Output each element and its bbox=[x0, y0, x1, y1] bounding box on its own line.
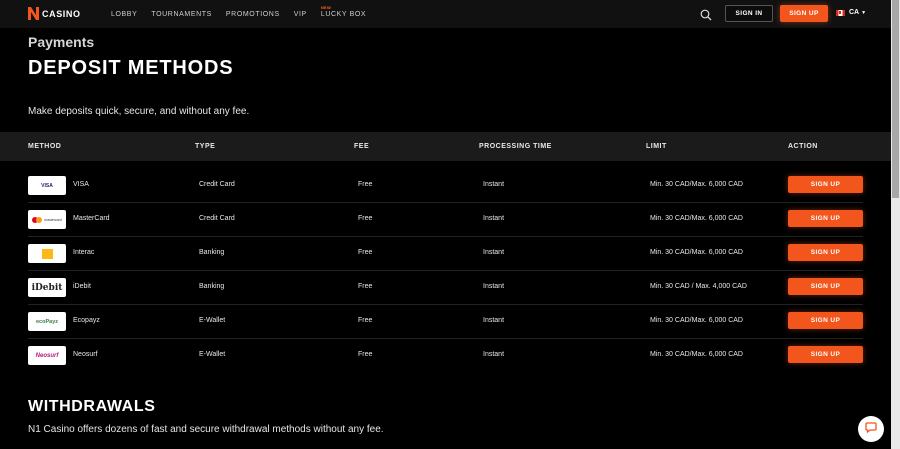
method-type: Credit Card bbox=[199, 181, 235, 188]
main-nav: LOBBY TOURNAMENTS PROMOTIONS VIP NEW LUC… bbox=[111, 0, 380, 28]
column-method: METHOD bbox=[28, 143, 62, 150]
site-logo[interactable]: CASINO bbox=[28, 7, 81, 20]
row-sign-up-button[interactable]: SIGN UP bbox=[788, 244, 863, 261]
language-label: CA bbox=[849, 9, 860, 16]
method-time: Instant bbox=[483, 215, 505, 222]
table-row: iDebit iDebit Banking Free Instant Min. … bbox=[28, 271, 863, 305]
method-time: Instant bbox=[483, 317, 505, 324]
row-sign-up-button[interactable]: SIGN UP bbox=[788, 312, 863, 329]
visa-logo-text: VISA bbox=[41, 182, 53, 189]
neosurf-logo: Neosurf bbox=[28, 346, 66, 365]
method-fee: Free bbox=[358, 181, 373, 188]
table-row: ecoPayz Ecopayz E-Wallet Free Instant Mi… bbox=[28, 305, 863, 339]
ecopayz-logo-text: ecoPayz bbox=[35, 318, 58, 325]
method-fee: Free bbox=[358, 317, 373, 324]
method-time: Instant bbox=[483, 283, 505, 290]
scrollbar[interactable] bbox=[891, 0, 900, 449]
mastercard-circles-icon bbox=[32, 216, 43, 223]
method-time: Instant bbox=[483, 181, 505, 188]
sign-in-button[interactable]: SIGN IN bbox=[725, 5, 773, 22]
visa-logo: VISA bbox=[28, 176, 66, 195]
method-type: Credit Card bbox=[199, 215, 235, 222]
method-type: Banking bbox=[199, 249, 225, 256]
row-sign-up-button[interactable]: SIGN UP bbox=[788, 346, 863, 363]
method-limit: Min. 30 CAD/Max. 6,000 CAD bbox=[650, 181, 743, 188]
language-selector[interactable]: CA ▼ bbox=[836, 9, 866, 16]
n1-logo-icon bbox=[28, 7, 39, 20]
withdrawals-title: WITHDRAWALS bbox=[28, 398, 156, 415]
nav-tournaments[interactable]: TOURNAMENTS bbox=[151, 11, 212, 18]
nav-lobby[interactable]: LOBBY bbox=[111, 11, 137, 18]
method-name: iDebit bbox=[73, 283, 91, 290]
method-fee: Free bbox=[358, 351, 373, 358]
table-row: Neosurf Neosurf E-Wallet Free Instant Mi… bbox=[28, 339, 863, 373]
logo-text: CASINO bbox=[42, 8, 81, 19]
flag-icon bbox=[836, 9, 845, 16]
search-icon[interactable] bbox=[700, 8, 712, 21]
column-processing-time: PROCESSING TIME bbox=[479, 143, 552, 150]
withdrawals-text: N1 Casino offers dozens of fast and secu… bbox=[28, 424, 384, 435]
method-type: Banking bbox=[199, 283, 225, 290]
table-header: METHOD TYPE FEE PROCESSING TIME LIMIT AC… bbox=[0, 132, 891, 161]
nav-vip[interactable]: VIP bbox=[294, 11, 307, 18]
column-type: TYPE bbox=[195, 143, 216, 150]
method-limit: Min. 30 CAD/Max. 6,000 CAD bbox=[650, 249, 743, 256]
page-title: DEPOSIT METHODS bbox=[28, 57, 234, 79]
method-name: Interac bbox=[73, 249, 95, 256]
interac-icon bbox=[41, 248, 53, 259]
chat-icon bbox=[865, 420, 877, 438]
new-badge: NEW bbox=[320, 4, 332, 10]
table-row: VISA VISA Credit Card Free Instant Min. … bbox=[28, 169, 863, 203]
method-time: Instant bbox=[483, 249, 505, 256]
top-header: CASINO LOBBY TOURNAMENTS PROMOTIONS VIP … bbox=[0, 0, 891, 28]
method-type: E-Wallet bbox=[199, 317, 226, 324]
row-sign-up-button[interactable]: SIGN UP bbox=[788, 176, 863, 193]
method-fee: Free bbox=[358, 215, 373, 222]
column-fee: FEE bbox=[354, 143, 370, 150]
idebit-logo: iDebit bbox=[28, 278, 66, 297]
table-row: mastercard MasterCard Credit Card Free I… bbox=[28, 203, 863, 237]
interac-logo bbox=[28, 244, 66, 263]
method-name: MasterCard bbox=[73, 215, 110, 222]
page-subtitle: Make deposits quick, secure, and without… bbox=[28, 106, 250, 117]
row-sign-up-button[interactable]: SIGN UP bbox=[788, 210, 863, 227]
method-name: VISA bbox=[73, 181, 89, 188]
column-limit: LIMIT bbox=[646, 143, 667, 150]
mastercard-logo-text: mastercard bbox=[44, 217, 62, 222]
mastercard-logo: mastercard bbox=[28, 210, 66, 229]
method-name: Neosurf bbox=[73, 351, 98, 358]
caret-down-icon: ▼ bbox=[861, 9, 867, 16]
row-sign-up-button[interactable]: SIGN UP bbox=[788, 278, 863, 295]
method-time: Instant bbox=[483, 351, 505, 358]
scrollbar-thumb[interactable] bbox=[892, 0, 899, 198]
nav-lucky-box[interactable]: NEW LUCKY BOX bbox=[320, 5, 367, 18]
column-action: ACTION bbox=[788, 143, 818, 150]
nav-promotions[interactable]: PROMOTIONS bbox=[226, 11, 280, 18]
method-limit: Min. 30 CAD / Max. 4,000 CAD bbox=[650, 283, 747, 290]
breadcrumb[interactable]: Payments bbox=[28, 34, 94, 50]
nav-lucky-box-label: LUCKY BOX bbox=[320, 10, 367, 18]
method-limit: Min. 30 CAD/Max. 6,000 CAD bbox=[650, 317, 743, 324]
idebit-logo-text: iDebit bbox=[31, 282, 63, 293]
method-limit: Min. 30 CAD/Max. 6,000 CAD bbox=[650, 351, 743, 358]
chat-button[interactable] bbox=[858, 416, 884, 442]
method-type: E-Wallet bbox=[199, 351, 226, 358]
ecopayz-logo: ecoPayz bbox=[28, 312, 66, 331]
method-limit: Min. 30 CAD/Max. 6,000 CAD bbox=[650, 215, 743, 222]
method-fee: Free bbox=[358, 249, 373, 256]
method-fee: Free bbox=[358, 283, 373, 290]
neosurf-logo-text: Neosurf bbox=[35, 352, 59, 359]
sign-up-button[interactable]: SIGN UP bbox=[780, 5, 828, 22]
method-name: Ecopayz bbox=[73, 317, 100, 324]
table-row: Interac Banking Free Instant Min. 30 CAD… bbox=[28, 237, 863, 271]
